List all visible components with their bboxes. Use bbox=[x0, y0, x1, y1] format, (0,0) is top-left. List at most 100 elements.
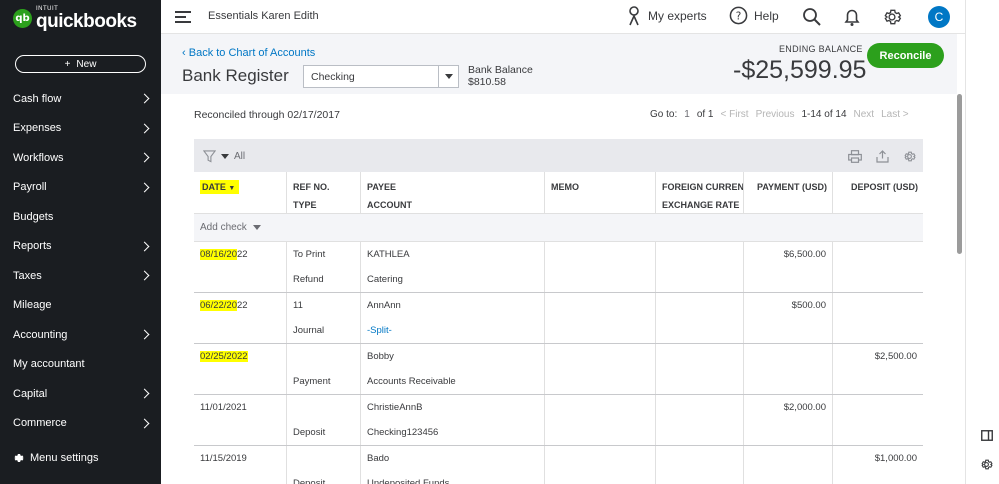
date-rest: 22 bbox=[236, 249, 248, 260]
row-payee: KATHLEA bbox=[367, 249, 410, 260]
sidebar-item-cash-flow[interactable]: Cash flow bbox=[0, 84, 161, 114]
hamburger-menu-icon[interactable] bbox=[175, 11, 191, 23]
ending-balance-label: ENDING BALANCE bbox=[779, 44, 863, 54]
date-rest: 22 bbox=[236, 300, 248, 311]
sidebar-item-commerce[interactable]: Commerce bbox=[0, 409, 161, 439]
search-icon[interactable] bbox=[802, 7, 822, 27]
table-row[interactable]: 11/15/2019 Deposit Bado Undeposited Funds $1… bbox=[194, 446, 923, 484]
panel-toggle-icon[interactable] bbox=[981, 430, 993, 441]
help-button[interactable]: ? Help bbox=[729, 6, 779, 25]
print-icon[interactable] bbox=[848, 150, 862, 163]
company-name: Essentials Karen Edith bbox=[208, 10, 319, 22]
reconcile-button[interactable]: Reconcile bbox=[867, 43, 944, 68]
page-input[interactable]: 1 bbox=[684, 109, 690, 120]
column-header-deposit[interactable]: DEPOSIT (USD) bbox=[833, 172, 923, 213]
column-header-memo[interactable]: MEMO bbox=[545, 172, 656, 213]
right-rail bbox=[965, 0, 999, 484]
sidebar-item-reports[interactable]: Reports bbox=[0, 232, 161, 262]
row-account: -Split- bbox=[367, 325, 392, 336]
menu-settings-button[interactable]: Menu settings bbox=[12, 452, 98, 464]
chevron-right-icon bbox=[139, 418, 150, 429]
previous-page-link[interactable]: Previous bbox=[756, 109, 795, 120]
sidebar-item-label: Budgets bbox=[13, 210, 54, 223]
filter-caret-icon bbox=[221, 154, 229, 159]
next-page-link[interactable]: Next bbox=[854, 109, 875, 120]
register-header: ‹ Back to Chart of Accounts Bank Registe… bbox=[161, 34, 957, 94]
goto-label: Go to: bbox=[650, 109, 678, 120]
bell-icon[interactable] bbox=[842, 7, 862, 27]
sidebar-item-label: Commerce bbox=[13, 417, 67, 430]
table-header: DATE ▼ REF NO. TYPE PAYEE ACCOUNT MEMO F… bbox=[194, 172, 923, 214]
export-icon[interactable] bbox=[876, 150, 889, 163]
table-row[interactable]: 06/22/2022 11 Journal AnnAnn -Split- $500.00 bbox=[194, 293, 923, 344]
row-type: Journal bbox=[293, 325, 325, 336]
person-icon bbox=[629, 6, 639, 26]
rail-gear-icon[interactable] bbox=[980, 458, 993, 471]
row-payee: Bado bbox=[367, 453, 390, 464]
vertical-scrollbar[interactable] bbox=[957, 94, 962, 254]
add-check-label: Add check bbox=[200, 222, 247, 233]
sidebar-item-budgets[interactable]: Budgets bbox=[0, 202, 161, 232]
row-payment: $500.00 bbox=[791, 300, 826, 311]
row-date: 02/25/2022 bbox=[200, 351, 248, 362]
column-header-date[interactable]: DATE ▼ bbox=[194, 172, 287, 213]
user-avatar[interactable]: C bbox=[928, 6, 950, 28]
sidebar-item-label: Payroll bbox=[13, 181, 47, 194]
sidebar-nav: Cash flow Expenses Workflows Payroll Budgets… bbox=[0, 84, 161, 438]
row-date: 08/16/20 bbox=[200, 249, 237, 260]
table-toolbar: All bbox=[194, 139, 923, 172]
row-payment: $6,500.00 bbox=[783, 249, 826, 260]
column-header-foreign-currency[interactable]: FOREIGN CURRENCY EXCHANGE RATE bbox=[656, 172, 744, 213]
row-payee: ChristieAnnB bbox=[367, 402, 423, 413]
settings-gear-icon[interactable] bbox=[882, 7, 902, 27]
column-header-payee-account[interactable]: PAYEE ACCOUNT bbox=[361, 172, 545, 213]
chevron-right-icon bbox=[139, 329, 150, 340]
first-page-link[interactable]: < First bbox=[721, 109, 749, 120]
row-ref-no: To Print bbox=[293, 249, 326, 260]
page-range: 1-14 of 14 bbox=[801, 109, 847, 120]
sidebar-item-capital[interactable]: Capital bbox=[0, 379, 161, 409]
date-rest: 11/15/2019 bbox=[200, 453, 247, 464]
reconciled-through-text: Reconciled through 02/17/2017 bbox=[194, 109, 340, 121]
page-of: of 1 bbox=[696, 109, 714, 120]
sidebar-item-label: Workflows bbox=[13, 151, 64, 164]
sidebar-item-expenses[interactable]: Expenses bbox=[0, 114, 161, 144]
filter-button[interactable]: All bbox=[203, 150, 245, 163]
row-type: Deposit bbox=[293, 427, 326, 438]
sidebar-item-mileage[interactable]: Mileage bbox=[0, 291, 161, 321]
table-settings-gear-icon[interactable] bbox=[903, 150, 916, 163]
column-header-payment[interactable]: PAYMENT (USD) bbox=[744, 172, 833, 213]
row-date: 06/22/20 bbox=[200, 300, 237, 311]
add-check-button[interactable]: Add check bbox=[194, 214, 923, 242]
sidebar-item-accounting[interactable]: Accounting bbox=[0, 320, 161, 350]
bank-balance: Bank Balance $810.58 bbox=[468, 64, 533, 88]
table-row[interactable]: 08/16/2022 To Print Refund KATHLEA Catering $… bbox=[194, 242, 923, 293]
sidebar-item-taxes[interactable]: Taxes bbox=[0, 261, 161, 291]
row-type: Payment bbox=[293, 376, 331, 387]
my-experts-button[interactable]: My experts bbox=[626, 6, 707, 26]
bank-balance-label: Bank Balance bbox=[468, 64, 533, 76]
sidebar-item-my-accountant[interactable]: My accountant bbox=[0, 350, 161, 380]
bank-balance-value: $810.58 bbox=[468, 76, 506, 88]
help-label: Help bbox=[754, 8, 779, 23]
left-nav-sidebar: qb INTUIT quickbooks + New Cash flow Expe… bbox=[0, 0, 161, 484]
chevron-down-icon bbox=[438, 66, 458, 87]
sidebar-item-payroll[interactable]: Payroll bbox=[0, 173, 161, 203]
quickbooks-logo[interactable]: qb INTUIT quickbooks bbox=[13, 6, 137, 31]
back-to-chart-of-accounts-link[interactable]: ‹ Back to Chart of Accounts bbox=[182, 47, 315, 59]
chevron-right-icon bbox=[139, 270, 150, 281]
help-icon: ? bbox=[729, 6, 748, 25]
sidebar-item-workflows[interactable]: Workflows bbox=[0, 143, 161, 173]
new-button[interactable]: + New bbox=[15, 55, 146, 73]
last-page-link[interactable]: Last > bbox=[881, 109, 909, 120]
account-select[interactable]: Checking bbox=[303, 65, 459, 88]
chevron-down-icon bbox=[252, 225, 261, 230]
plus-icon: + bbox=[64, 58, 71, 70]
pagination: Go to: 1 of 1 < First Previous 1-14 of 1… bbox=[650, 109, 909, 120]
column-header-ref-type[interactable]: REF NO. TYPE bbox=[287, 172, 361, 213]
register-table: All DATE ▼ REF NO. TYPE PAYEE ACCOUNT ME… bbox=[194, 139, 923, 484]
table-row[interactable]: 02/25/2022 Payment Bobby Accounts Receivabl… bbox=[194, 344, 923, 395]
chevron-right-icon bbox=[139, 93, 150, 104]
table-row[interactable]: 11/01/2021 Deposit ChristieAnnB Checking123… bbox=[194, 395, 923, 446]
row-payee: AnnAnn bbox=[367, 300, 401, 311]
